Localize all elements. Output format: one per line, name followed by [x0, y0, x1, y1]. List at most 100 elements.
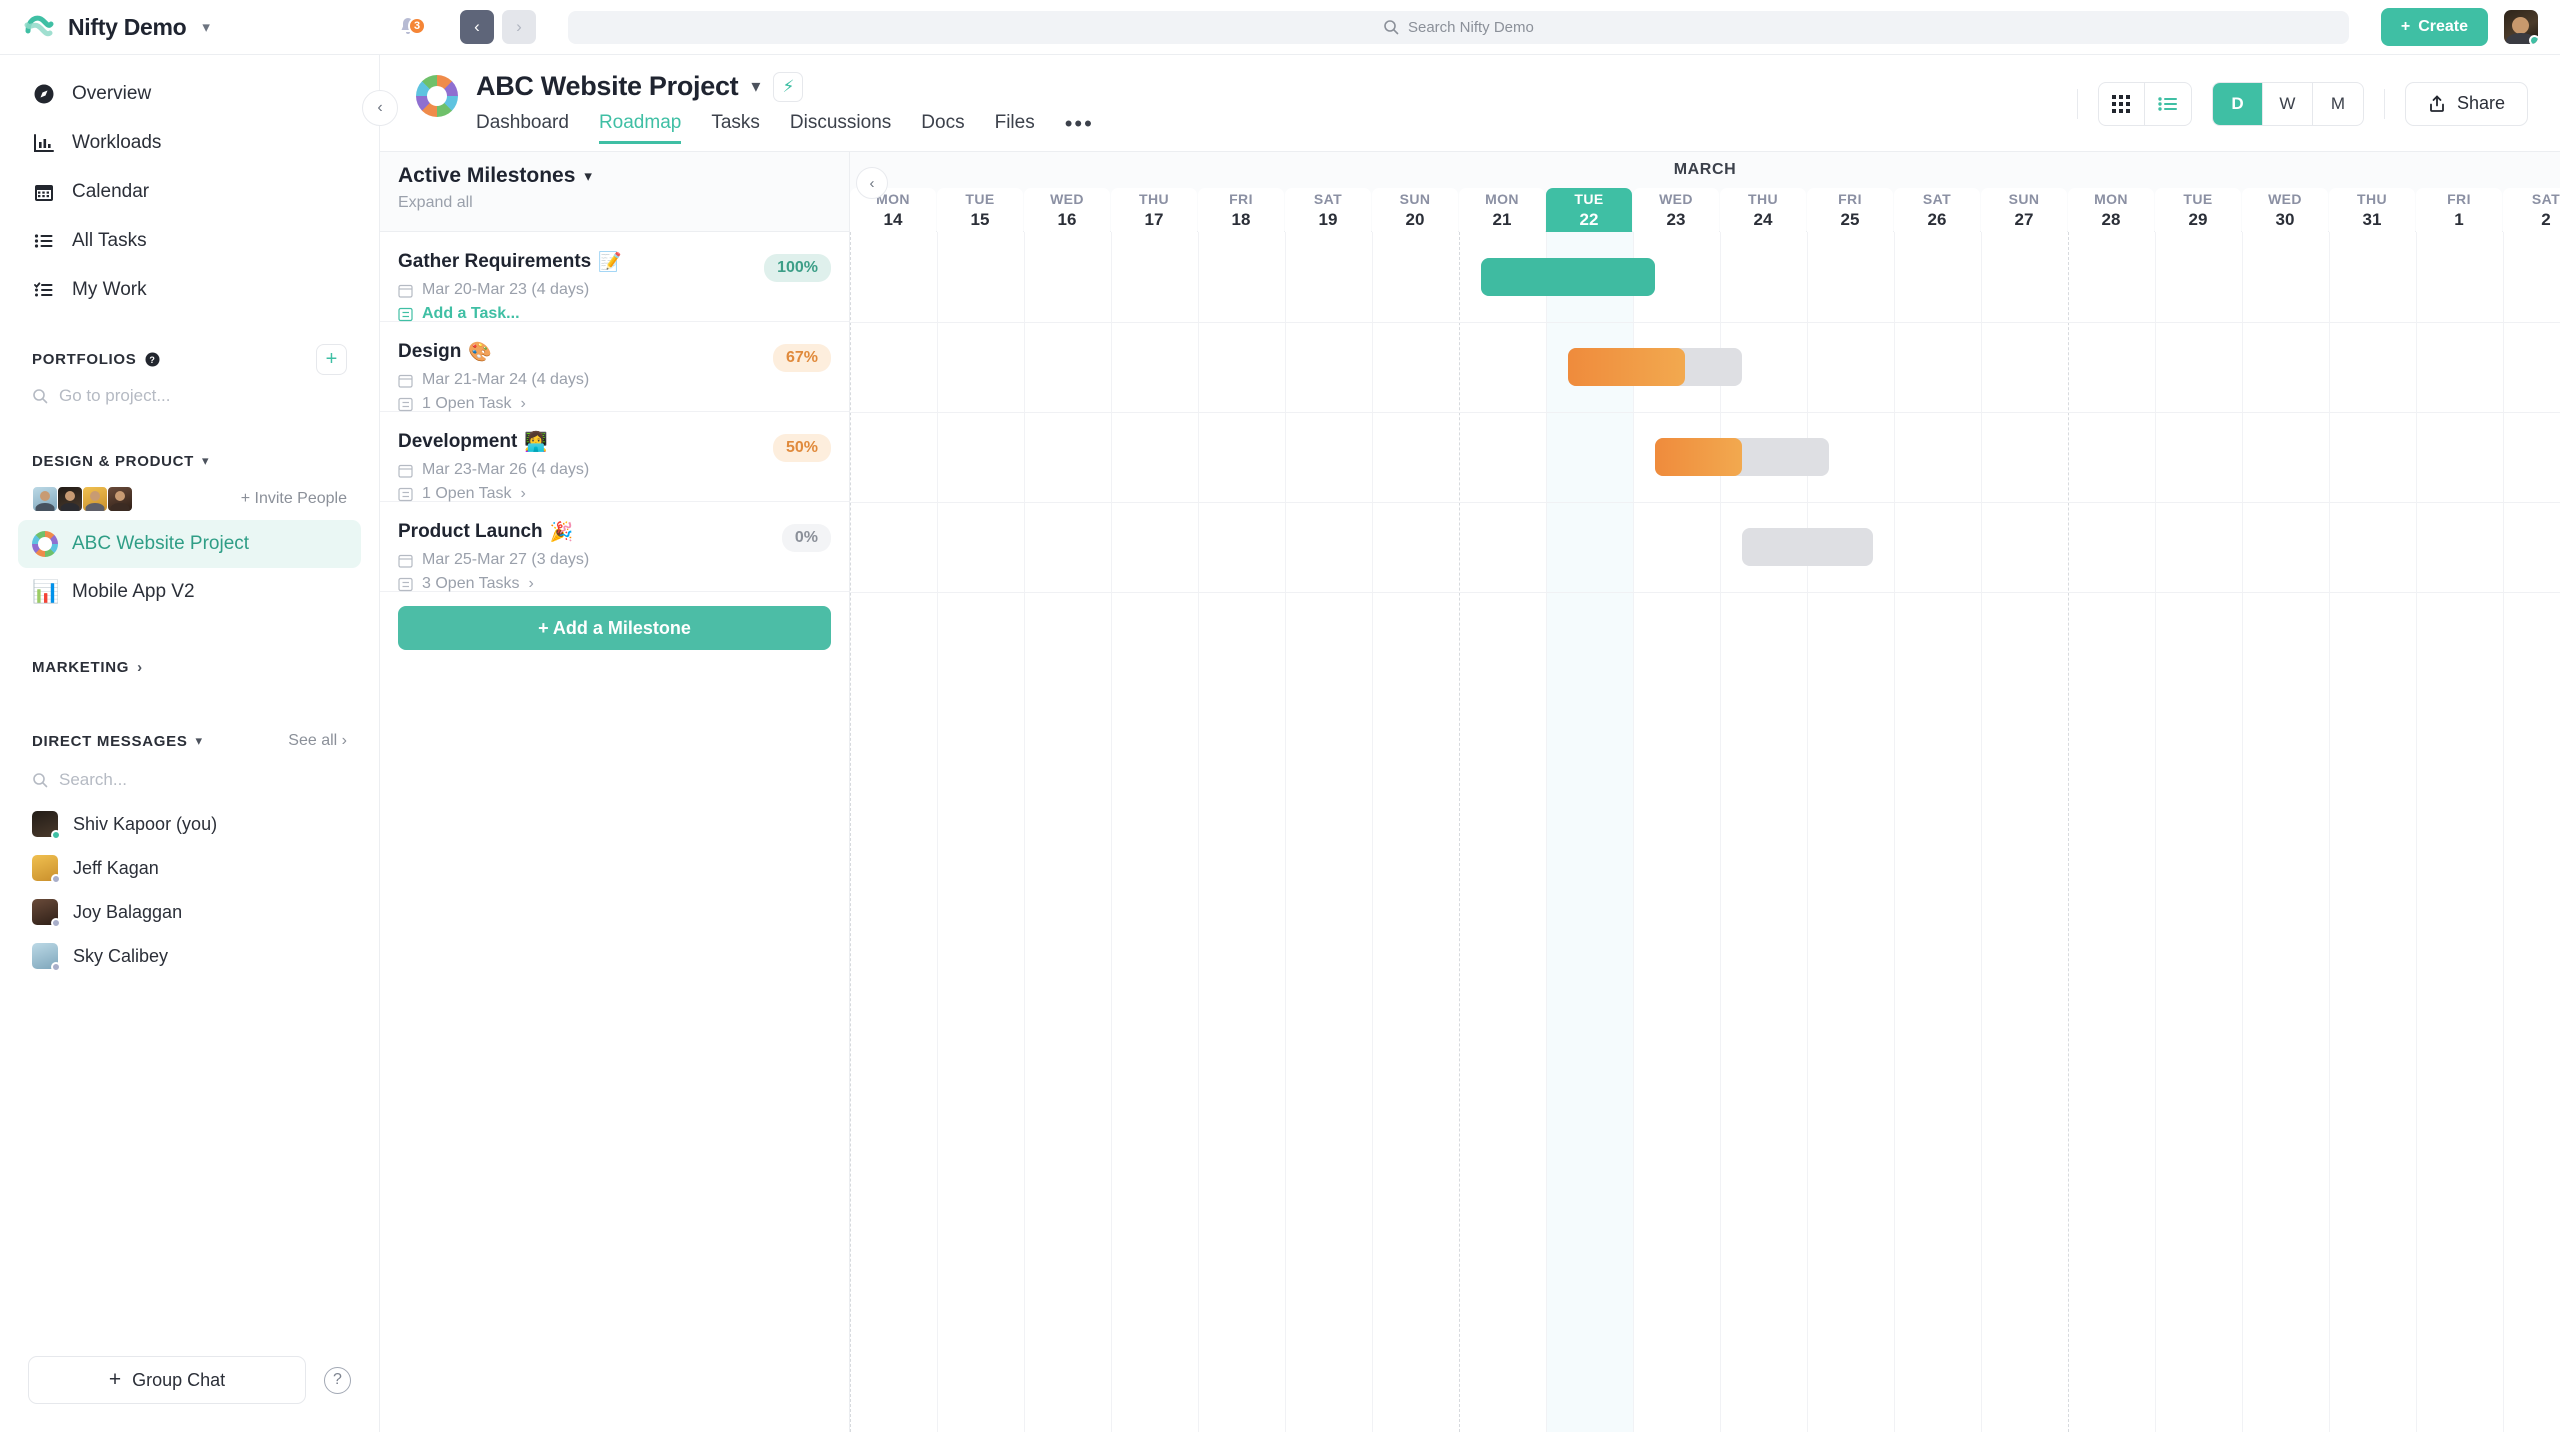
lightning-bolt-icon[interactable]: ⚡: [773, 71, 804, 102]
sidebar-item-my-work[interactable]: My Work: [18, 265, 361, 314]
sidebar-item-label: Overview: [72, 82, 152, 104]
timeline-day-header[interactable]: TUE 15: [937, 188, 1023, 232]
timeline-day-header[interactable]: THU 17: [1111, 188, 1197, 232]
gantt-bar[interactable]: [1742, 528, 1873, 566]
milestone-row[interactable]: Design 🎨 Mar 21-Mar 24 (4 days) 1 Open T…: [380, 322, 849, 412]
global-search-input[interactable]: Search Nifty Demo: [568, 10, 2349, 44]
timeline-previous-button[interactable]: ‹: [856, 167, 888, 199]
avatar[interactable]: [107, 486, 133, 512]
more-tabs-button[interactable]: •••: [1065, 111, 1094, 146]
avatar[interactable]: [32, 486, 58, 512]
tab-roadmap[interactable]: Roadmap: [598, 113, 682, 144]
add-portfolio-button[interactable]: +: [316, 343, 347, 375]
group-chat-button[interactable]: + Group Chat: [28, 1356, 306, 1404]
timeline-day-header[interactable]: MON 28: [2068, 188, 2154, 232]
gantt-bar[interactable]: [1481, 258, 1655, 296]
tab-files[interactable]: Files: [995, 113, 1035, 144]
chevron-down-icon[interactable]: ▾: [202, 18, 210, 36]
see-all-dms-button[interactable]: See all ›: [288, 732, 347, 750]
chevron-down-icon[interactable]: ▾: [751, 76, 760, 97]
gantt-bar[interactable]: [1568, 348, 1742, 386]
tab-tasks[interactable]: Tasks: [711, 113, 760, 144]
invite-people-button[interactable]: + Invite People: [241, 490, 347, 508]
group-header-marketing[interactable]: MARKETING ›: [0, 650, 379, 684]
timeline-day-header[interactable]: SAT 26: [1894, 188, 1980, 232]
grid-view-button[interactable]: [2099, 82, 2145, 125]
zoom-day-button[interactable]: D: [2212, 82, 2263, 125]
sidebar-item-workloads[interactable]: Workloads: [18, 118, 361, 167]
collapse-sidebar-button[interactable]: ‹: [362, 90, 398, 126]
list-view-button[interactable]: [2145, 83, 2191, 125]
timeline-day-header[interactable]: FRI 18: [1198, 188, 1284, 232]
timeline-day-header[interactable]: SAT 2: [2503, 188, 2560, 232]
help-circle-icon[interactable]: ?: [324, 1366, 351, 1394]
milestone-add-task-link[interactable]: Add a Task...: [398, 305, 831, 323]
avatar[interactable]: [2504, 10, 2538, 44]
project-label: ABC Website Project: [72, 533, 250, 554]
milestone-open-tasks-link[interactable]: 1 Open Task ›: [398, 395, 831, 413]
timeline-day-header[interactable]: TUE 22: [1546, 188, 1632, 232]
timeline-day-header[interactable]: SUN 27: [1981, 188, 2067, 232]
task-icon: [398, 577, 413, 591]
create-button[interactable]: + Create: [2380, 8, 2488, 46]
timeline-day-header[interactable]: TUE 29: [2155, 188, 2241, 232]
zoom-month-button[interactable]: M: [2313, 83, 2363, 125]
dm-item-shiv-kapoor[interactable]: Shiv Kapoor (you): [18, 802, 361, 846]
timeline-day-header[interactable]: MON 21: [1459, 188, 1545, 232]
sidebar-item-overview[interactable]: Overview: [18, 69, 361, 118]
timeline-grid[interactable]: [850, 232, 2560, 1432]
goto-project-input[interactable]: Go to project...: [0, 376, 379, 416]
expand-all-button[interactable]: Expand all: [398, 194, 849, 212]
tab-discussions[interactable]: Discussions: [790, 113, 891, 144]
timeline-day-header[interactable]: THU 24: [1720, 188, 1806, 232]
timeline-day-header[interactable]: FRI 25: [1807, 188, 1893, 232]
avatar[interactable]: [57, 486, 83, 512]
milestone-row[interactable]: Product Launch 🎉 Mar 25-Mar 27 (3 days) …: [380, 502, 849, 592]
chevron-right-icon: ›: [528, 575, 534, 592]
group-header-design-product[interactable]: DESIGN & PRODUCT ▾: [0, 444, 379, 478]
tab-dashboard[interactable]: Dashboard: [476, 113, 569, 144]
share-button[interactable]: Share: [2404, 81, 2528, 126]
milestone-row[interactable]: Gather Requirements 📝 Mar 20-Mar 23 (4 d…: [380, 232, 849, 322]
milestone-open-tasks-link[interactable]: 3 Open Tasks ›: [398, 575, 831, 593]
chevron-down-icon[interactable]: ▾: [584, 167, 592, 185]
chevron-down-icon[interactable]: ▾: [196, 733, 203, 749]
zoom-week-button[interactable]: W: [2263, 82, 2313, 125]
add-milestone-button[interactable]: + Add a Milestone: [398, 606, 831, 650]
chevron-down-icon[interactable]: ▾: [202, 453, 209, 469]
back-button[interactable]: ‹: [460, 10, 494, 44]
timeline-day-header[interactable]: SAT 19: [1285, 188, 1371, 232]
milestone-progress-badge: 0%: [781, 524, 831, 552]
timeline-day-header[interactable]: WED 30: [2242, 188, 2328, 232]
dm-item-joy-balaggan[interactable]: Joy Balaggan: [18, 890, 361, 934]
avatar[interactable]: [82, 486, 108, 512]
dm-item-sky-calibey[interactable]: Sky Calibey: [18, 934, 361, 978]
milestone-row[interactable]: Development 👩‍💻 Mar 23-Mar 26 (4 days) 1…: [380, 412, 849, 502]
timeline-day-header[interactable]: THU 31: [2329, 188, 2415, 232]
question-mark-icon[interactable]: ?: [145, 352, 160, 367]
milestones-title-row[interactable]: Active Milestones ▾: [398, 164, 849, 188]
timeline-day-header[interactable]: FRI 1: [2416, 188, 2502, 232]
dm-name: Jeff Kagan: [73, 857, 159, 878]
gantt-bar[interactable]: [1655, 438, 1829, 476]
sidebar-item-abc-website-project[interactable]: ABC Website Project: [18, 520, 361, 568]
calendar-icon: [398, 284, 413, 298]
chevron-right-icon[interactable]: ›: [137, 659, 143, 676]
workspace-switcher[interactable]: Nifty Demo ▾: [0, 0, 380, 54]
chevron-right-icon: ›: [520, 485, 526, 502]
dm-search-input[interactable]: Search...: [0, 758, 379, 802]
tab-docs[interactable]: Docs: [921, 113, 964, 144]
timeline-day-header[interactable]: WED 16: [1024, 188, 1110, 232]
dm-name: Sky Calibey: [73, 945, 169, 966]
sidebar-item-all-tasks[interactable]: All Tasks: [18, 216, 361, 265]
dm-item-jeff-kagan[interactable]: Jeff Kagan: [18, 846, 361, 890]
forward-button[interactable]: ›: [502, 10, 536, 44]
goto-project-placeholder: Go to project...: [59, 386, 171, 405]
milestone-open-tasks-link[interactable]: 1 Open Task ›: [398, 485, 831, 503]
sidebar-item-calendar[interactable]: Calendar: [18, 167, 361, 216]
presence-dot: [51, 962, 61, 972]
sidebar-item-mobile-app-v2[interactable]: 📊 Mobile App V2: [18, 568, 361, 616]
timeline-day-header[interactable]: SUN 20: [1372, 188, 1458, 232]
timeline-day-header[interactable]: WED 23: [1633, 188, 1719, 232]
notifications-button[interactable]: 3: [380, 15, 436, 39]
